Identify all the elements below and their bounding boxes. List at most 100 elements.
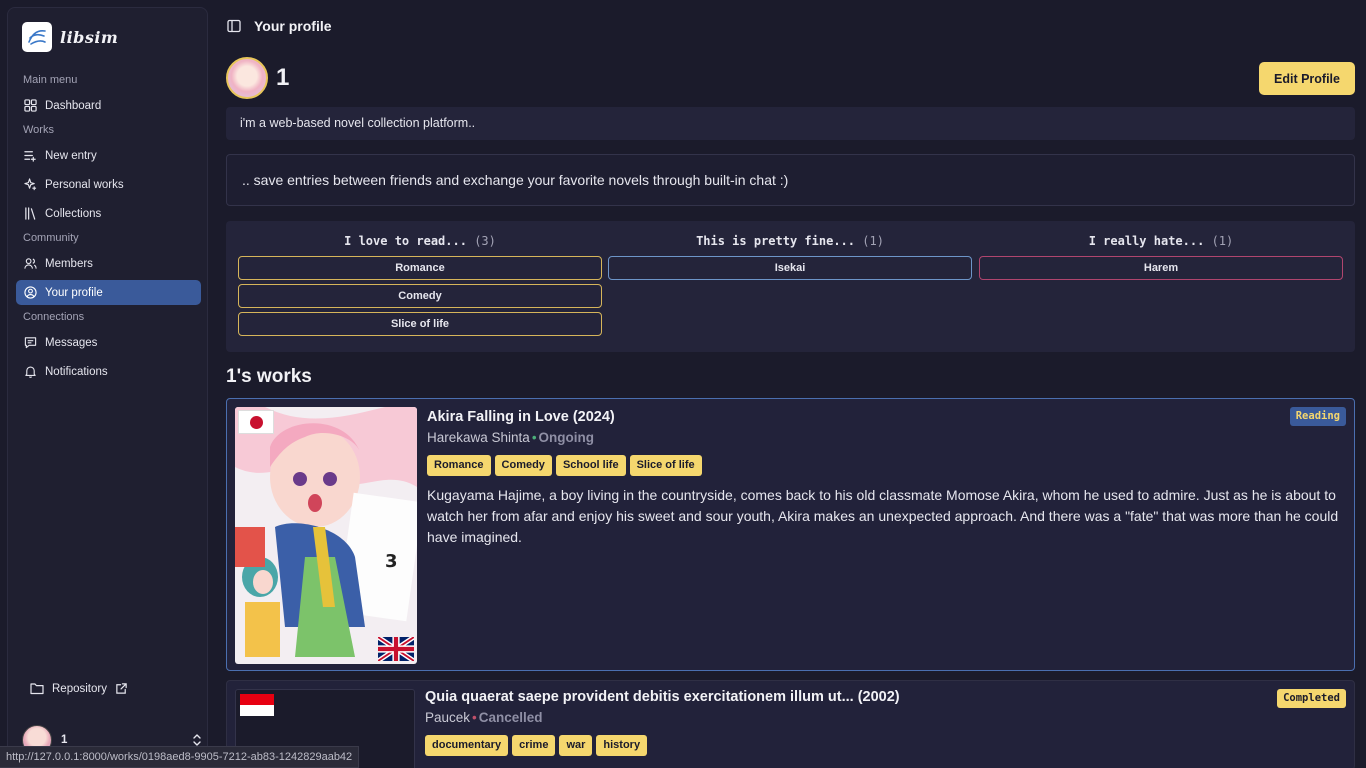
work-title[interactable]: Quia quaerat saepe provident debitis exe…: [425, 689, 1346, 709]
status-badge: Reading: [1289, 407, 1346, 426]
page-title: Your profile: [254, 18, 332, 34]
browser-status-url: http://127.0.0.1:8000/works/0198aed8-990…: [0, 746, 360, 768]
pref-count: (1): [862, 234, 884, 248]
tag-crime[interactable]: crime: [512, 735, 556, 756]
tag-romance[interactable]: Romance: [427, 455, 491, 476]
work-details: Akira Falling in Love (2024) Harekawa Sh…: [427, 409, 1346, 548]
sidebar-item-members[interactable]: Members: [16, 251, 201, 276]
pref-tag-harem[interactable]: Harem: [979, 256, 1343, 280]
repository-link[interactable]: Repository: [30, 682, 128, 695]
pref-count: (3): [474, 234, 496, 248]
pref-heading-hate: I really hate... (1): [979, 234, 1343, 252]
sidebar-item-collections[interactable]: Collections: [16, 201, 201, 226]
pref-count: (1): [1211, 234, 1234, 248]
nav-group-main-menu: Main menu: [23, 74, 78, 86]
work-card[interactable]: 3 Akira Falling in Love (2024) Harekawa …: [226, 398, 1355, 671]
sidebar-item-label: Your profile: [45, 286, 103, 299]
profile-header: 1: [226, 57, 289, 99]
work-meta: Harekawa Shinta • Ongoing: [427, 430, 1346, 450]
status-dot-icon: •: [472, 710, 477, 725]
sidebar-item-label: Collections: [45, 207, 102, 220]
profile-avatar: [226, 57, 268, 99]
works-section-title: 1's works: [226, 366, 312, 387]
topbar: Your profile: [226, 18, 332, 34]
tag-slice-of-life[interactable]: Slice of life: [629, 455, 702, 476]
pref-column-love: I love to read... (3) Romance Comedy Sli…: [238, 234, 602, 336]
status-badge: Completed: [1277, 689, 1346, 708]
work-status: Cancelled: [478, 710, 543, 725]
sidebar-item-your-profile[interactable]: Your profile: [16, 280, 201, 305]
edit-profile-button[interactable]: Edit Profile: [1259, 62, 1355, 95]
cover-illustration: 3: [235, 407, 417, 664]
bio-tagline: i'm a web-based novel collection platfor…: [226, 107, 1355, 140]
sidebar-toggle-icon[interactable]: [226, 18, 242, 34]
work-author[interactable]: Harekawa Shinta: [427, 430, 530, 445]
sidebar-item-messages[interactable]: Messages: [16, 330, 201, 355]
list-plus-icon: [24, 151, 36, 162]
work-details: Quia quaerat saepe provident debitis exe…: [425, 689, 1346, 756]
pref-column-fine: This is pretty fine... (1) Isekai: [608, 234, 972, 280]
pref-heading-fine: This is pretty fine... (1): [608, 234, 972, 252]
svg-text:3: 3: [385, 551, 398, 572]
tag-documentary[interactable]: documentary: [425, 735, 509, 756]
library-icon: [25, 207, 36, 220]
repository-label: Repository: [52, 682, 107, 695]
sidebar-item-label: Dashboard: [45, 99, 102, 112]
sidebar: libsim Main menu Dashboard Works New ent…: [7, 7, 208, 768]
reading-preferences: I love to read... (3) Romance Comedy Sli…: [226, 221, 1355, 352]
external-link-icon: [116, 683, 127, 694]
work-status: Ongoing: [538, 430, 595, 445]
work-tags: Romance Comedy School life Slice of life: [427, 455, 1346, 476]
sidebar-item-label: New entry: [45, 149, 97, 162]
users-icon: [24, 258, 37, 269]
sidebar-item-label: Messages: [45, 336, 98, 349]
app-name: libsim: [60, 27, 119, 47]
pref-heading-love: I love to read... (3): [238, 234, 602, 252]
flag-uk-icon: [378, 637, 414, 661]
pref-tag-romance[interactable]: Romance: [238, 256, 602, 280]
message-icon: [24, 337, 37, 349]
pref-heading-label: I love to read...: [344, 234, 467, 248]
work-meta: Paucek • Cancelled: [425, 710, 1346, 730]
chevrons-up-down-icon: [193, 734, 201, 746]
sidebar-nav: Main menu Dashboard Works New entry Pers…: [16, 71, 201, 388]
profile-name: 1: [276, 64, 290, 91]
brand[interactable]: libsim: [22, 22, 118, 52]
grid-icon: [24, 99, 37, 112]
tag-school-life[interactable]: School life: [555, 455, 626, 476]
pref-tag-isekai[interactable]: Isekai: [608, 256, 972, 280]
nav-group-connections: Connections: [23, 311, 85, 323]
bell-icon: [25, 366, 36, 378]
work-title[interactable]: Akira Falling in Love (2024): [427, 409, 1346, 429]
sparkles-icon: [24, 178, 37, 191]
work-synopsis: Kugayama Hajime, a boy living in the cou…: [427, 487, 1339, 545]
tag-war[interactable]: war: [559, 735, 593, 756]
sidebar-item-personal-works[interactable]: Personal works: [16, 172, 201, 197]
app-logo-icon: [22, 22, 52, 52]
pref-tag-slice-of-life[interactable]: Slice of life: [238, 312, 602, 336]
work-cover-image: 3: [235, 407, 417, 664]
sidebar-item-label: Members: [45, 257, 93, 270]
work-card[interactable]: Quia quaerat saepe provident debitis exe…: [226, 680, 1355, 768]
pref-tag-comedy[interactable]: Comedy: [238, 284, 602, 308]
sidebar-item-notifications[interactable]: Notifications: [16, 359, 201, 384]
bio-description: .. save entries between friends and exch…: [226, 154, 1355, 206]
sidebar-item-label: Personal works: [45, 178, 124, 191]
user-name: 1: [61, 734, 68, 746]
pref-heading-label: I really hate...: [1088, 234, 1205, 248]
pref-column-hate: I really hate... (1) Harem: [979, 234, 1343, 280]
sidebar-item-label: Notifications: [45, 365, 108, 378]
sidebar-item-new-entry[interactable]: New entry: [16, 143, 201, 168]
nav-group-community: Community: [23, 232, 79, 244]
work-tags: documentary crime war history: [425, 735, 1346, 756]
tag-comedy[interactable]: Comedy: [494, 455, 552, 476]
nav-group-works: Works: [23, 124, 54, 136]
tag-history[interactable]: history: [596, 735, 648, 756]
pref-heading-label: This is pretty fine...: [696, 234, 856, 248]
flag-japan-icon: [238, 410, 274, 434]
work-author[interactable]: Paucek: [425, 710, 470, 725]
folder-icon: [30, 683, 44, 695]
sidebar-item-dashboard[interactable]: Dashboard: [16, 93, 201, 118]
user-circle-icon: [24, 286, 37, 299]
status-dot-icon: •: [531, 430, 537, 445]
